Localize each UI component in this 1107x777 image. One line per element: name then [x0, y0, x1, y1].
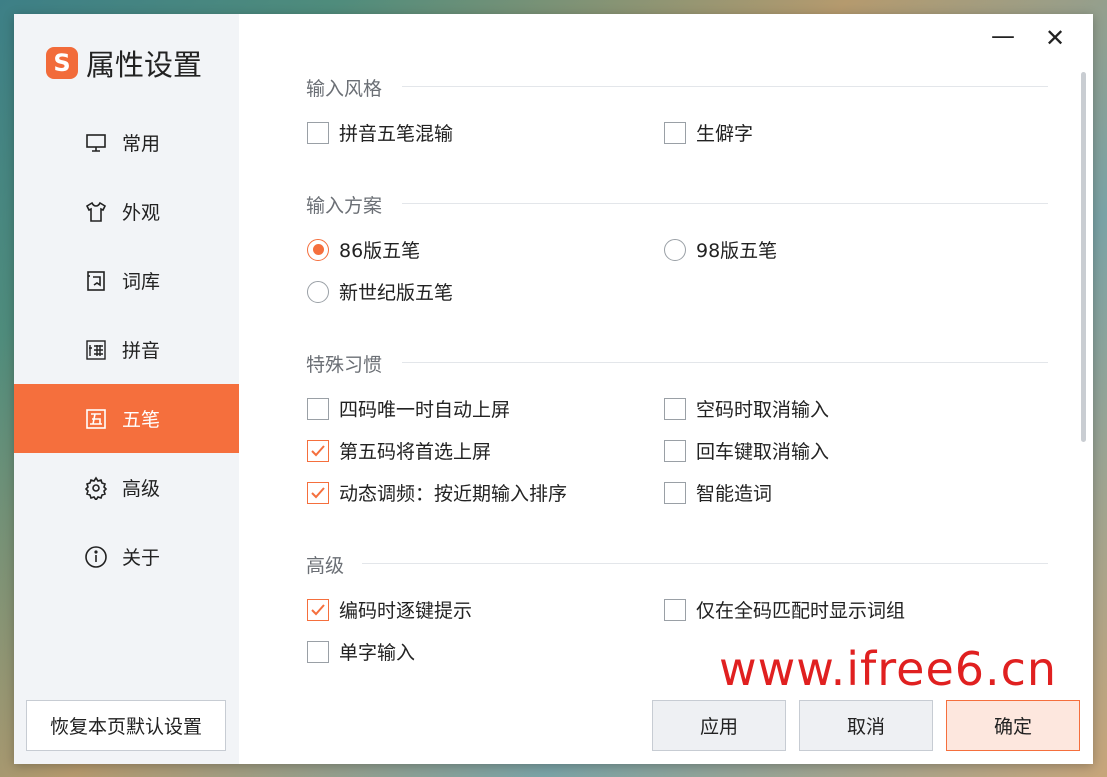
sidebar: S 属性设置 常用 外观 词库 拼音 五笔 高级 关于 恢复本页默认设置: [14, 14, 239, 764]
checkbox[interactable]: [664, 481, 686, 504]
close-button[interactable]: ✕: [1045, 24, 1065, 52]
section-title-habits: 特殊习惯: [306, 350, 1048, 377]
radio-button[interactable]: [307, 238, 329, 261]
section-title-text: 高级: [306, 555, 345, 577]
section-title-text: 输入方案: [306, 195, 383, 217]
option-enter-cancel[interactable]: 回车键取消输入: [664, 437, 829, 464]
section-title-advanced: 高级: [306, 551, 1048, 578]
option-smart-word[interactable]: 智能造词: [664, 479, 772, 506]
shirt-icon: [85, 201, 107, 222]
sidebar-item-label: 关于: [122, 547, 161, 569]
sidebar-item-label: 高级: [122, 478, 161, 500]
check-icon: [311, 603, 325, 615]
book-icon: [87, 270, 105, 291]
section-title-text: 特殊习惯: [306, 354, 383, 376]
checkbox[interactable]: [307, 481, 329, 504]
sidebar-item-label: 常用: [122, 133, 161, 155]
section-title-scheme: 输入方案: [306, 191, 1048, 218]
option-fifth-code-commit[interactable]: 第五码将首选上屏: [307, 437, 491, 464]
apply-button[interactable]: 应用: [652, 700, 786, 751]
checkbox[interactable]: [307, 121, 329, 144]
checkbox[interactable]: [307, 397, 329, 420]
section-divider: [402, 203, 1048, 204]
sidebar-item-common[interactable]: 常用: [14, 108, 239, 177]
option-new-century-wubi[interactable]: 新世纪版五笔: [307, 278, 453, 305]
section-divider: [402, 86, 1048, 87]
info-icon: [85, 545, 107, 568]
checkbox[interactable]: [664, 121, 686, 144]
option-cancel-on-empty[interactable]: 空码时取消输入: [664, 395, 829, 422]
section-title-style: 输入风格: [306, 74, 1048, 101]
option-label: 拼音五笔混输: [339, 123, 454, 145]
checkbox[interactable]: [664, 439, 686, 462]
section-divider: [402, 362, 1048, 363]
option-86-wubi[interactable]: 86版五笔: [307, 236, 420, 263]
option-label: 98版五笔: [696, 240, 778, 262]
option-label: 新世纪版五笔: [339, 282, 454, 304]
radio-button[interactable]: [307, 280, 329, 303]
option-auto-commit-unique[interactable]: 四码唯一时自动上屏: [307, 395, 510, 422]
sidebar-item-dictionary[interactable]: 词库: [14, 246, 239, 315]
option-pinyin-wubi-mixed[interactable]: 拼音五笔混输: [307, 119, 453, 146]
sidebar-item-about[interactable]: 关于: [14, 522, 239, 591]
settings-content: — ✕ 输入风格 拼音五笔混输 生僻字 输入方案 86版五笔 98版五笔 新世纪…: [239, 14, 1093, 764]
sidebar-nav: 常用 外观 词库 拼音 五笔 高级 关于: [14, 108, 239, 591]
option-dynamic-frequency[interactable]: 动态调频：按近期输入排序: [307, 479, 567, 506]
sidebar-item-pinyin[interactable]: 拼音: [14, 315, 239, 384]
reset-defaults-button[interactable]: 恢复本页默认设置: [26, 700, 226, 751]
minimize-button[interactable]: —: [991, 22, 1015, 50]
sidebar-item-label: 词库: [122, 271, 161, 293]
check-icon: [311, 444, 325, 456]
scrollbar[interactable]: [1081, 72, 1086, 442]
app-title: 属性设置: [86, 48, 203, 82]
option-98-wubi[interactable]: 98版五笔: [664, 236, 777, 263]
checkbox[interactable]: [307, 598, 329, 621]
cancel-button[interactable]: 取消: [799, 700, 933, 751]
option-single-char[interactable]: 单字输入: [307, 638, 415, 665]
option-label: 智能造词: [696, 483, 773, 505]
option-keystroke-hint[interactable]: 编码时逐键提示: [307, 596, 472, 623]
pinyin-icon: [86, 339, 106, 360]
checkbox[interactable]: [307, 640, 329, 663]
gear-icon: [84, 476, 108, 500]
option-label: 空码时取消输入: [696, 399, 830, 421]
option-label: 动态调频：按近期输入排序: [339, 483, 568, 505]
section-title-text: 输入风格: [306, 78, 383, 100]
radio-button[interactable]: [664, 238, 686, 261]
option-label: 四码唯一时自动上屏: [339, 399, 511, 421]
sidebar-item-label: 外观: [122, 202, 161, 224]
option-label: 第五码将首选上屏: [339, 441, 492, 463]
checkbox[interactable]: [664, 397, 686, 420]
option-label: 仅在全码匹配时显示词组: [696, 600, 906, 622]
app-title-bar: S 属性设置: [46, 42, 202, 84]
option-rare-chars[interactable]: 生僻字: [664, 119, 753, 146]
watermark-text: www.ifree6.cn: [719, 642, 1058, 696]
check-icon: [311, 486, 325, 498]
monitor-icon: [86, 133, 106, 152]
sidebar-item-label: 拼音: [122, 340, 161, 362]
checkbox[interactable]: [307, 439, 329, 462]
option-label: 单字输入: [339, 642, 416, 664]
option-label: 86版五笔: [339, 240, 421, 262]
option-label: 回车键取消输入: [696, 441, 830, 463]
option-label: 生僻字: [696, 123, 754, 145]
sogou-logo-icon: S: [46, 47, 78, 79]
wubi-icon: [86, 408, 106, 429]
ok-button[interactable]: 确定: [946, 700, 1080, 751]
settings-window: S 属性设置 常用 外观 词库 拼音 五笔 高级 关于 恢复本页默认设置 — ✕…: [14, 14, 1093, 764]
option-label: 编码时逐键提示: [339, 600, 473, 622]
section-divider: [362, 563, 1048, 564]
sidebar-item-advanced[interactable]: 高级: [14, 453, 239, 522]
sidebar-item-appearance[interactable]: 外观: [14, 177, 239, 246]
sidebar-item-label: 五笔: [122, 409, 161, 431]
sidebar-item-wubi[interactable]: 五笔: [14, 384, 239, 453]
option-full-code-phrase[interactable]: 仅在全码匹配时显示词组: [664, 596, 905, 623]
checkbox[interactable]: [664, 598, 686, 621]
